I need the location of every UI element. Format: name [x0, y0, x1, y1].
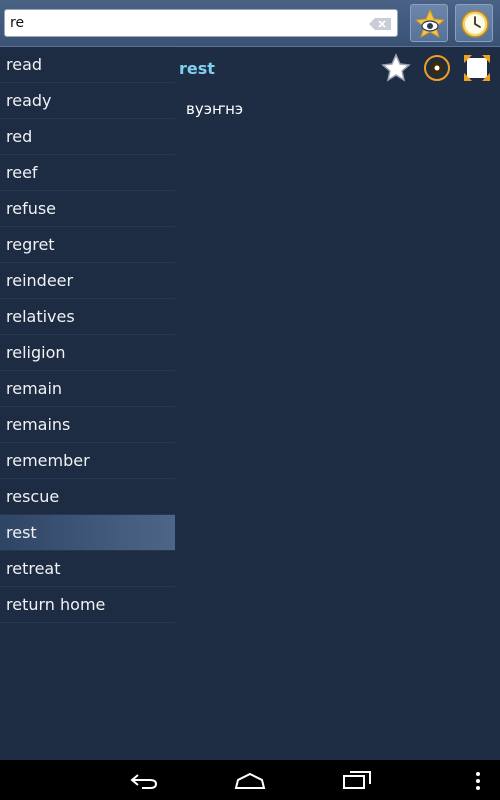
overflow-menu-icon[interactable]: [474, 771, 482, 791]
favorites-button[interactable]: [410, 4, 448, 42]
word-list-item[interactable]: rest: [0, 515, 175, 551]
home-icon[interactable]: [234, 772, 266, 790]
word-list-item[interactable]: ready: [0, 83, 175, 119]
history-button[interactable]: [455, 4, 493, 42]
word-list-item[interactable]: remember: [0, 443, 175, 479]
recent-apps-icon[interactable]: [342, 770, 372, 790]
detail-panel: rest вуэҥнэ: [175, 47, 500, 760]
word-list-item[interactable]: return home: [0, 587, 175, 623]
back-icon[interactable]: [128, 772, 160, 790]
word-list-item[interactable]: read: [0, 47, 175, 83]
history-clock-icon: [461, 10, 489, 38]
word-list-item[interactable]: relatives: [0, 299, 175, 335]
favorites-star-eye-icon: [415, 9, 445, 39]
word-list-item[interactable]: rescue: [0, 479, 175, 515]
word-list-item[interactable]: regret: [0, 227, 175, 263]
search-input[interactable]: [10, 12, 360, 34]
word-list-item[interactable]: religion: [0, 335, 175, 371]
word-list: read ready red reef refuse regret reindeer rela…: [0, 47, 175, 760]
fullscreen-icon[interactable]: [462, 53, 492, 83]
word-list-item[interactable]: reef: [0, 155, 175, 191]
word-list-item[interactable]: remain: [0, 371, 175, 407]
add-favorite-star-icon[interactable]: [381, 53, 411, 83]
word-list-item[interactable]: red: [0, 119, 175, 155]
word-list-item[interactable]: reindeer: [0, 263, 175, 299]
detail-translation: вуэҥнэ: [186, 100, 244, 118]
speak-audio-icon[interactable]: [422, 53, 452, 83]
clear-text-icon[interactable]: [369, 18, 391, 30]
system-navigation-bar: [0, 760, 500, 800]
word-list-item[interactable]: remains: [0, 407, 175, 443]
search-box[interactable]: [4, 9, 398, 37]
word-list-item[interactable]: refuse: [0, 191, 175, 227]
top-toolbar: [0, 0, 500, 47]
word-list-item[interactable]: retreat: [0, 551, 175, 587]
detail-word: rest: [179, 59, 215, 78]
